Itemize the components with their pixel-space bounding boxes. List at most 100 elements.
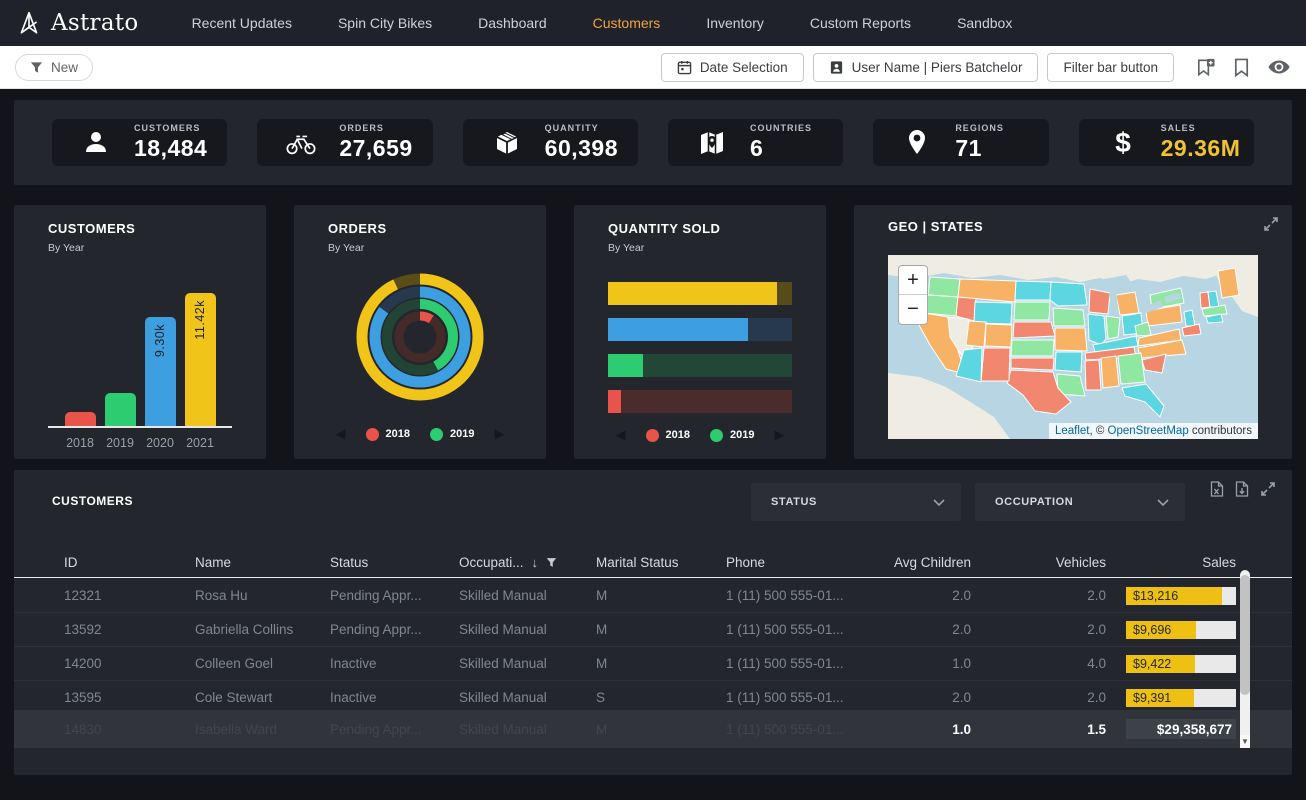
axis-label: 2020 — [145, 436, 176, 450]
legend-item-2018[interactable]: 2018 — [366, 428, 410, 441]
legend-item-2019[interactable]: 2019 — [710, 429, 754, 442]
column-header-phone[interactable]: Phone — [726, 555, 876, 570]
sales-bar: $9,422 — [1126, 655, 1236, 673]
map-zoom-control: + − — [898, 265, 928, 325]
column-header-vehicles[interactable]: Vehicles — [971, 555, 1106, 570]
sort-desc-icon[interactable]: ↓ — [532, 555, 539, 570]
axis-label: 2019 — [105, 436, 136, 450]
axis-label: 2018 — [65, 436, 96, 450]
map-attribution: Leaflet, © OpenStreetMap contributors — [1049, 423, 1258, 439]
expand-icon[interactable] — [1263, 216, 1279, 232]
orders-donut[interactable] — [345, 262, 495, 412]
zoom-out-button[interactable]: − — [899, 295, 927, 324]
axis-label: 2021 — [185, 436, 216, 450]
nav-item-inventory[interactable]: Inventory — [683, 0, 787, 46]
bookmark-icon[interactable] — [1232, 57, 1251, 78]
nav-item-sandbox[interactable]: Sandbox — [934, 0, 1035, 46]
customers-chart-panel: CUSTOMERS By Year 9.30k11.42k 2018201920… — [14, 205, 266, 459]
geo-states-panel: GEO | STATES — [854, 205, 1292, 459]
bar-2019[interactable] — [105, 393, 136, 426]
column-header-status[interactable]: Status — [330, 555, 459, 570]
brand-name: Astrato — [51, 10, 139, 36]
column-header-occupation[interactable]: Occupati... ↓ — [459, 555, 596, 570]
chart-title: ORDERS — [328, 221, 512, 236]
eye-icon[interactable] — [1267, 57, 1291, 77]
kpi-orders: ORDERS27,659 — [257, 119, 432, 166]
chart-subtitle: By Year — [608, 242, 792, 254]
map-area[interactable]: + − Leaflet, © OpenStreetMap contributor… — [888, 255, 1258, 439]
ghost-cell-name: Isabella Ward — [195, 722, 330, 737]
table-header: ID Name Status Occupati... ↓ Marital Sta… — [14, 548, 1292, 578]
hbar-2018[interactable] — [608, 390, 792, 413]
kpi-regions: REGIONS71 — [873, 119, 1048, 166]
orders-legend: ◀ 2018 2019 ▶ — [328, 426, 512, 442]
chart-subtitle: By Year — [328, 242, 512, 254]
box-icon — [492, 128, 522, 158]
hbar-2019[interactable] — [608, 354, 792, 377]
toolbar-icons — [1195, 57, 1291, 78]
scrollbar-down-arrow[interactable]: ▼ — [1240, 735, 1250, 748]
user-name-button[interactable]: User Name | Piers Batchelor — [813, 53, 1039, 82]
occupation-filter-dropdown[interactable]: OCCUPATION — [975, 483, 1185, 521]
person-icon — [81, 128, 111, 158]
ghost-cell-status: Pending Appr... — [330, 722, 459, 737]
quantity-hbars — [608, 282, 792, 413]
date-selection-button[interactable]: Date Selection — [661, 53, 804, 82]
total-sales: $29,358,677 — [1126, 719, 1236, 739]
legend-prev-arrow[interactable]: ◀ — [336, 426, 346, 442]
legend-prev-arrow[interactable]: ◀ — [616, 427, 626, 443]
top-nav: Astrato Recent Updates Spin City Bikes D… — [0, 0, 1306, 46]
column-header-id[interactable]: ID — [64, 555, 195, 570]
nav-item-dashboard[interactable]: Dashboard — [455, 0, 570, 46]
filter-bar-button[interactable]: Filter bar button — [1047, 53, 1174, 82]
table-scrollbar[interactable]: ▼ — [1240, 570, 1250, 748]
quantity-chart-panel: QUANTITY SOLD By Year ◀20182019▶ — [574, 205, 826, 459]
scrollbar-thumb[interactable] — [1240, 575, 1250, 695]
status-filter-dropdown[interactable]: STATUS — [751, 483, 961, 521]
kpi-strip: CUSTOMERS18,484 ORDERS27,659 QUANTITY60,… — [14, 100, 1292, 185]
nav-item-spin-city-bikes[interactable]: Spin City Bikes — [315, 0, 455, 46]
zoom-in-button[interactable]: + — [899, 266, 927, 295]
table-row[interactable]: 14200Colleen GoelInactiveSkilled ManualM… — [14, 647, 1292, 681]
kpi-quantity: QUANTITY60,398 — [463, 119, 638, 166]
user-badge-icon — [829, 60, 844, 75]
export-excel-icon[interactable] — [1210, 481, 1224, 497]
new-filter-button[interactable]: New — [15, 54, 93, 81]
bar-2020[interactable]: 9.30k — [145, 317, 176, 426]
legend-dot — [366, 428, 379, 441]
legend-next-arrow[interactable]: ▶ — [774, 427, 784, 443]
bookmark-add-icon[interactable] — [1195, 57, 1216, 78]
column-header-name[interactable]: Name — [195, 555, 330, 570]
legend-next-arrow[interactable]: ▶ — [494, 426, 504, 442]
kpi-customers: CUSTOMERS18,484 — [52, 119, 227, 166]
nav-items: Recent Updates Spin City Bikes Dashboard… — [169, 0, 1036, 46]
customers-bar-plot: 9.30k 11.42k — [48, 288, 232, 428]
column-header-sales[interactable]: Sales — [1106, 555, 1236, 570]
kpi-sales: $ SALES29.36M — [1079, 119, 1254, 166]
calendar-icon — [677, 60, 692, 75]
us-states-map[interactable] — [888, 255, 1258, 439]
sales-bar: $9,696 — [1126, 621, 1236, 639]
bar-2021[interactable]: 11.42k — [185, 293, 216, 426]
column-header-avg-children[interactable]: Avg Children — [876, 555, 971, 570]
column-header-marital-status[interactable]: Marital Status — [596, 555, 726, 570]
legend-item-2018[interactable]: 2018 — [646, 429, 690, 442]
brand[interactable]: Astrato — [16, 10, 139, 36]
customers-table-panel: CUSTOMERS STATUS OCCUPATION ID Name Stat… — [14, 470, 1292, 775]
table-row[interactable]: 13592Gabriella CollinsPending Appr...Ski… — [14, 613, 1292, 647]
legend-item-2019[interactable]: 2019 — [430, 428, 474, 441]
table-totals-row: 14830 Isabella Ward Pending Appr... Skil… — [14, 710, 1292, 748]
table-row[interactable]: 12321Rosa HuPending Appr...Skilled Manua… — [14, 579, 1292, 613]
export-download-icon[interactable] — [1235, 481, 1249, 497]
osm-link[interactable]: OpenStreetMap — [1108, 425, 1189, 437]
toolbar-right: Date Selection User Name | Piers Batchel… — [661, 53, 1291, 82]
hbar-2021[interactable] — [608, 282, 792, 305]
expand-icon[interactable] — [1260, 481, 1276, 497]
leaflet-link[interactable]: Leaflet — [1055, 425, 1090, 437]
nav-item-custom-reports[interactable]: Custom Reports — [787, 0, 934, 46]
filter-funnel-icon[interactable] — [546, 557, 557, 568]
nav-item-recent-updates[interactable]: Recent Updates — [169, 0, 315, 46]
bar-2018[interactable] — [65, 412, 96, 426]
hbar-2020[interactable] — [608, 318, 792, 341]
nav-item-customers[interactable]: Customers — [570, 0, 684, 46]
